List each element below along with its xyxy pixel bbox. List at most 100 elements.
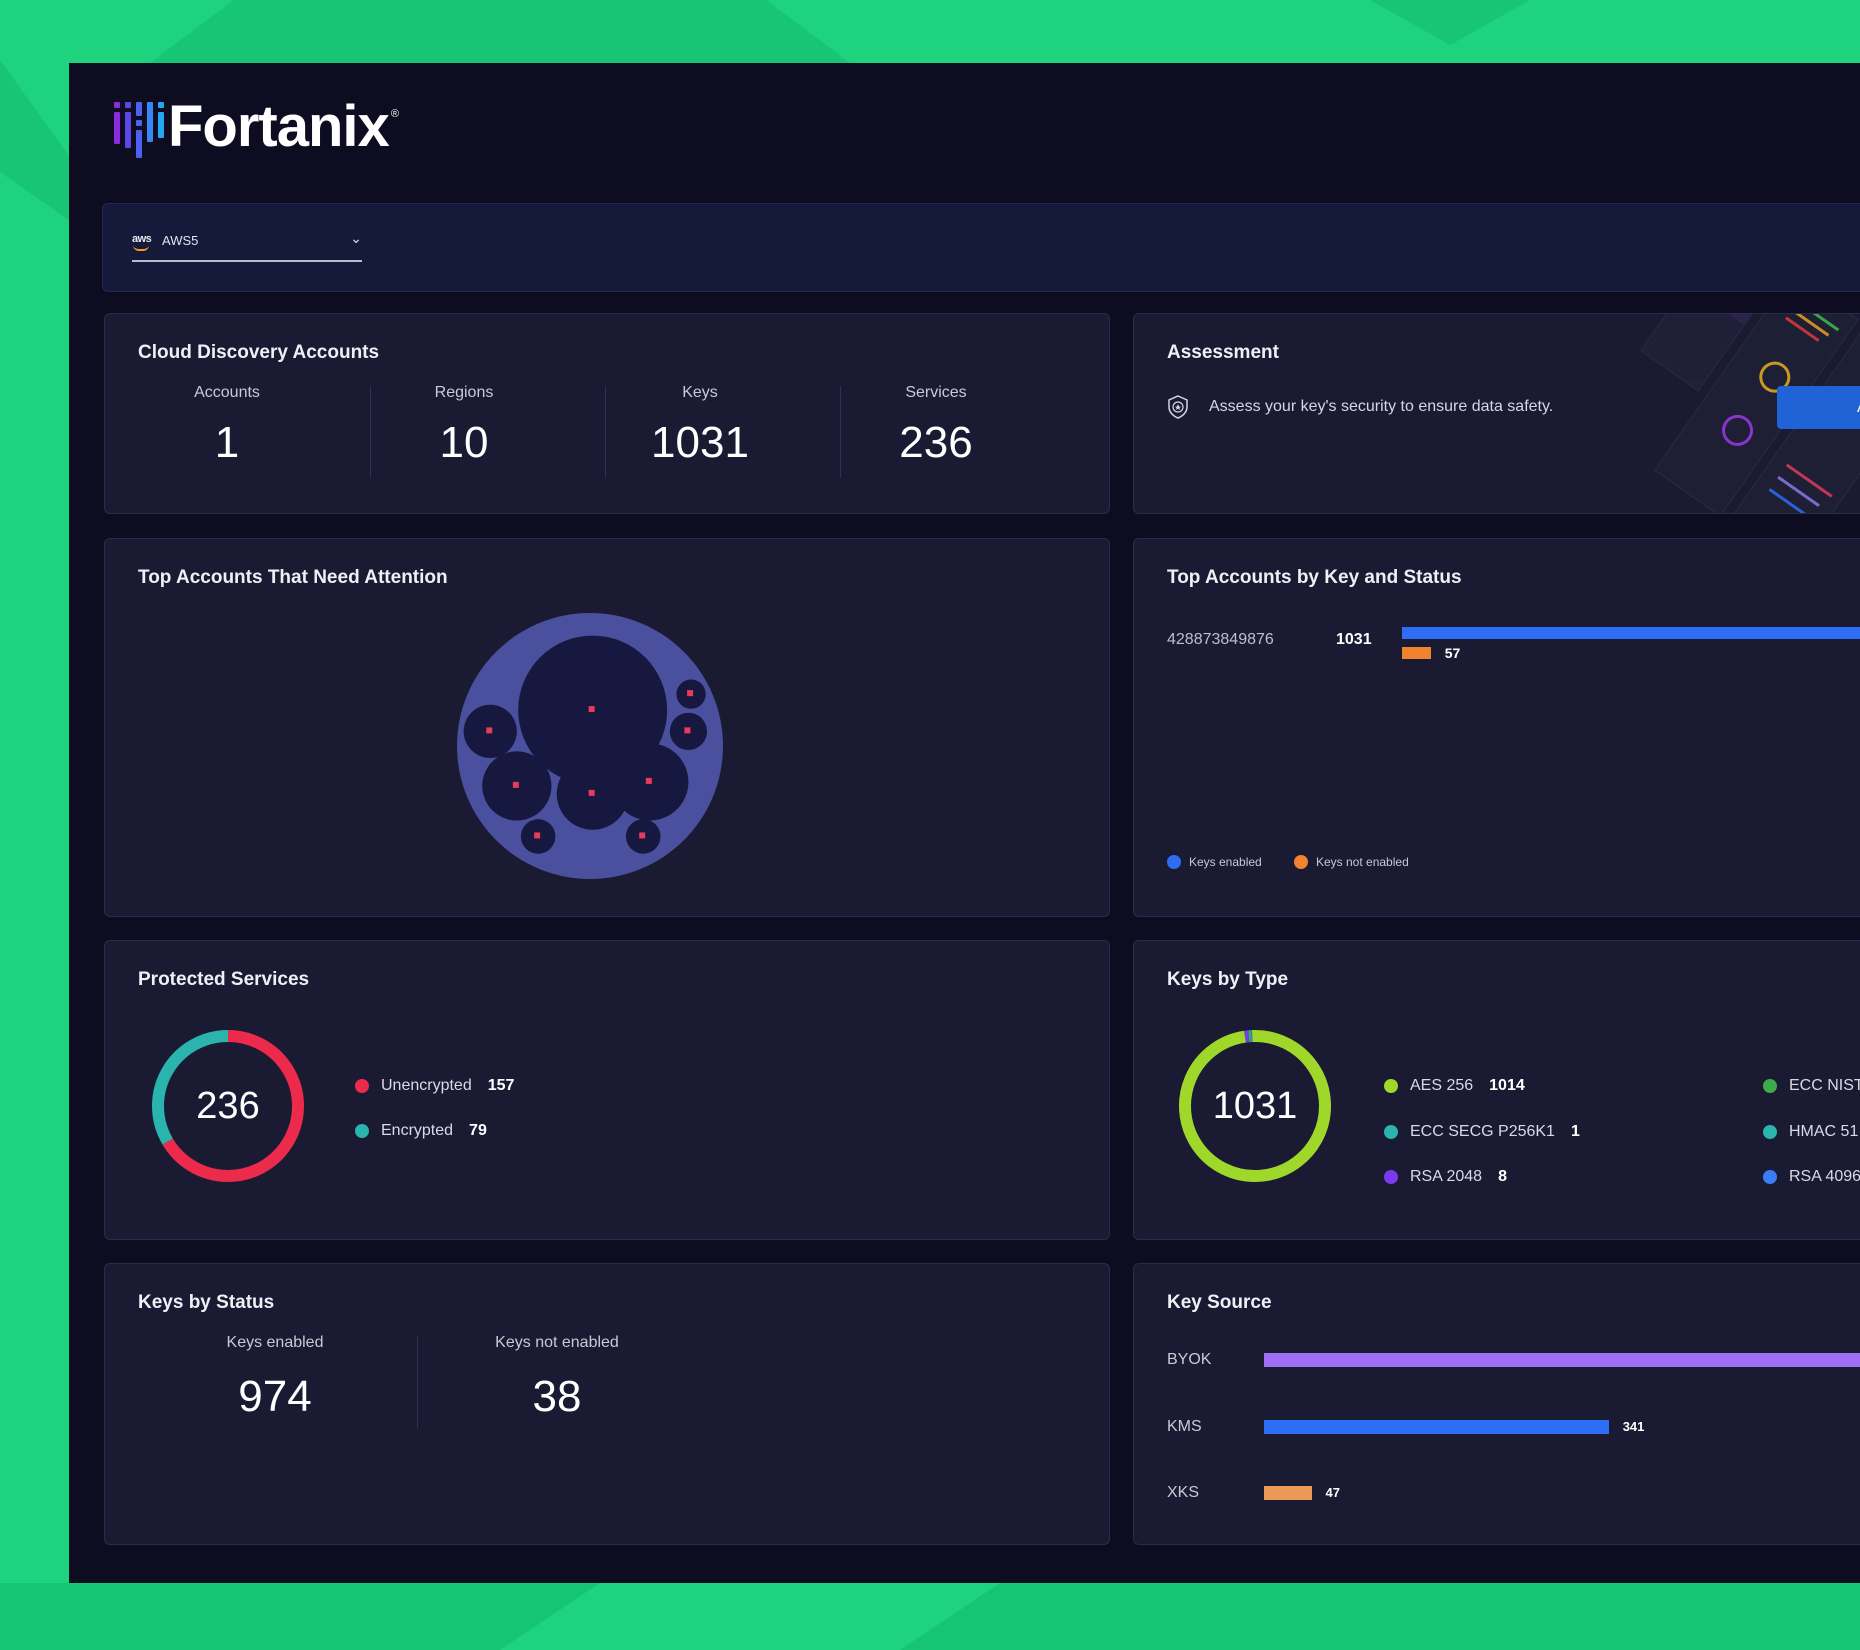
legend-label: Unencrypted: [381, 1077, 472, 1094]
stat-accounts: Accounts 1: [109, 384, 345, 476]
legend-label: Keys not enabled: [1316, 855, 1409, 869]
shield-icon: [1168, 395, 1188, 419]
legend-label: Keys enabled: [1189, 855, 1262, 869]
legend-dot: [1384, 1125, 1398, 1139]
stat-label: Keys enabled: [226, 1334, 324, 1351]
legend-dot: [1763, 1170, 1777, 1184]
stat-keys-enabled: Keys enabled 974: [185, 1334, 365, 1422]
alert-icon: [534, 832, 541, 839]
top-accounts-card: Top Accounts by Key and Status 428873849…: [1133, 538, 1860, 917]
bar-byok[interactable]: [1264, 1353, 1860, 1367]
card-title: Keys by Status: [138, 1292, 275, 1313]
keys-by-type-donut: 1031: [1176, 1027, 1334, 1185]
legend-value: 1014: [1489, 1077, 1525, 1094]
legend-dot: [1384, 1079, 1398, 1093]
legend-label: AES 256: [1410, 1077, 1474, 1094]
app-window: Fortanix ® aws AWS5 ⌄ Cloud Discovery Ac…: [69, 63, 1860, 1583]
logo-icon: [114, 96, 164, 158]
fortanix-logo: Fortanix ®: [114, 96, 399, 158]
stat-label: Services: [905, 384, 967, 401]
stat-regions: Regions 10: [346, 384, 582, 476]
bar-kms[interactable]: [1264, 1420, 1609, 1434]
legend-dot: [1294, 855, 1308, 869]
protected-services-card: Protected Services 236 Unencrypted 157 E…: [104, 940, 1110, 1240]
alert-icon: [684, 727, 691, 734]
legend-encrypted[interactable]: Encrypted 79: [355, 1122, 487, 1140]
alert-icon: [486, 727, 493, 734]
key-source-card: Key Source BYOK KMS XKS 341 47: [1133, 1263, 1860, 1545]
background-shape: [0, 60, 69, 220]
card-title: Protected Services: [138, 969, 310, 990]
stat-label: Keys: [682, 384, 718, 401]
legend-ecc-nist[interactable]: ECC NIST: [1763, 1077, 1860, 1095]
stat-label: Regions: [434, 384, 494, 401]
alert-icon: [639, 832, 646, 839]
legend-rsa-2048[interactable]: RSA 2048 8: [1384, 1168, 1507, 1186]
source-label: XKS: [1167, 1484, 1200, 1501]
legend-value: 79: [469, 1122, 487, 1139]
legend-dot: [1763, 1125, 1777, 1139]
registered-mark: ®: [390, 108, 399, 120]
stat-label: Keys not enabled: [495, 1334, 619, 1351]
filter-bar: aws AWS5 ⌄: [102, 203, 1860, 292]
divider: [417, 1336, 418, 1428]
donut-total: 1031: [1212, 1084, 1298, 1127]
cloud-discovery-card: Cloud Discovery Accounts Accounts 1 Regi…: [104, 313, 1110, 514]
bubble-chart: [457, 613, 723, 879]
legend-label: Encrypted: [381, 1122, 454, 1139]
assess-button[interactable]: A: [1777, 386, 1860, 429]
donut-total: 236: [196, 1084, 260, 1127]
stat-value: 1031: [651, 418, 749, 467]
alert-icon: [588, 706, 595, 713]
bar-xks[interactable]: [1264, 1486, 1312, 1500]
alert-icon: [687, 690, 694, 697]
card-title: Cloud Discovery Accounts: [138, 342, 380, 363]
alert-icon: [645, 777, 652, 784]
legend-aes-256[interactable]: AES 256 1014: [1384, 1077, 1525, 1095]
logo-text: Fortanix: [168, 94, 390, 159]
bar-value-label: 341: [1622, 1419, 1645, 1434]
account-total: 1031: [1336, 631, 1372, 648]
source-label: KMS: [1167, 1418, 1202, 1435]
bar-keys-not-enabled[interactable]: [1402, 647, 1431, 659]
bar-keys-enabled[interactable]: [1402, 627, 1860, 639]
source-label: BYOK: [1167, 1351, 1212, 1368]
legend-rsa-4096[interactable]: RSA 4096: [1763, 1168, 1860, 1186]
stat-value: 38: [532, 1372, 582, 1421]
legend-ecc-secg[interactable]: ECC SECG P256K1 1: [1384, 1123, 1580, 1141]
legend-keys-not-enabled[interactable]: Keys not enabled: [1294, 855, 1409, 869]
legend-label: HMAC 51: [1789, 1123, 1859, 1140]
stat-services: Services 236: [818, 384, 1054, 476]
chevron-down-icon[interactable]: ⌄: [350, 230, 362, 247]
legend-label: RSA 4096: [1789, 1168, 1860, 1185]
alert-icon: [512, 781, 519, 788]
attention-card: Top Accounts That Need Attention: [104, 538, 1110, 917]
account-id: 428873849876: [1167, 631, 1274, 648]
bar-value-label: 47: [1325, 1485, 1340, 1500]
stat-keys-not-enabled: Keys not enabled 38: [457, 1334, 657, 1422]
bar-value-label: 57: [1444, 645, 1461, 661]
assessment-description: Assess your key's security to ensure dat…: [1209, 398, 1554, 415]
legend-hmac[interactable]: HMAC 51: [1763, 1123, 1858, 1141]
legend-label: ECC SECG P256K1: [1410, 1123, 1555, 1140]
assessment-card: Assessment Assess your key's security to…: [1133, 313, 1860, 514]
legend-dot: [355, 1079, 369, 1093]
legend-unencrypted[interactable]: Unencrypted 157: [355, 1077, 514, 1095]
legend-dot: [1167, 855, 1181, 869]
legend-dot: [1384, 1170, 1398, 1184]
stat-value: 1: [214, 418, 240, 467]
alert-icon: [588, 789, 595, 796]
legend-dot: [355, 1124, 369, 1138]
card-title: Top Accounts by Key and Status: [1167, 567, 1462, 588]
account-selected-value: AWS5: [162, 233, 199, 248]
legend-label: ECC NIST: [1789, 1077, 1860, 1094]
legend-keys-enabled[interactable]: Keys enabled: [1167, 855, 1262, 869]
protected-services-donut: 236: [149, 1027, 307, 1185]
stat-value: 10: [439, 418, 489, 467]
keys-by-status-card: Keys by Status Keys enabled 974 Keys not…: [104, 1263, 1110, 1545]
keys-by-type-card: Keys by Type 1031 AES 256 1014 ECC SECG …: [1133, 940, 1860, 1240]
account-dropdown[interactable]: aws AWS5 ⌄: [132, 228, 362, 262]
card-title: Top Accounts That Need Attention: [138, 567, 448, 588]
card-title: Assessment: [1167, 342, 1279, 363]
legend-dot: [1763, 1079, 1777, 1093]
